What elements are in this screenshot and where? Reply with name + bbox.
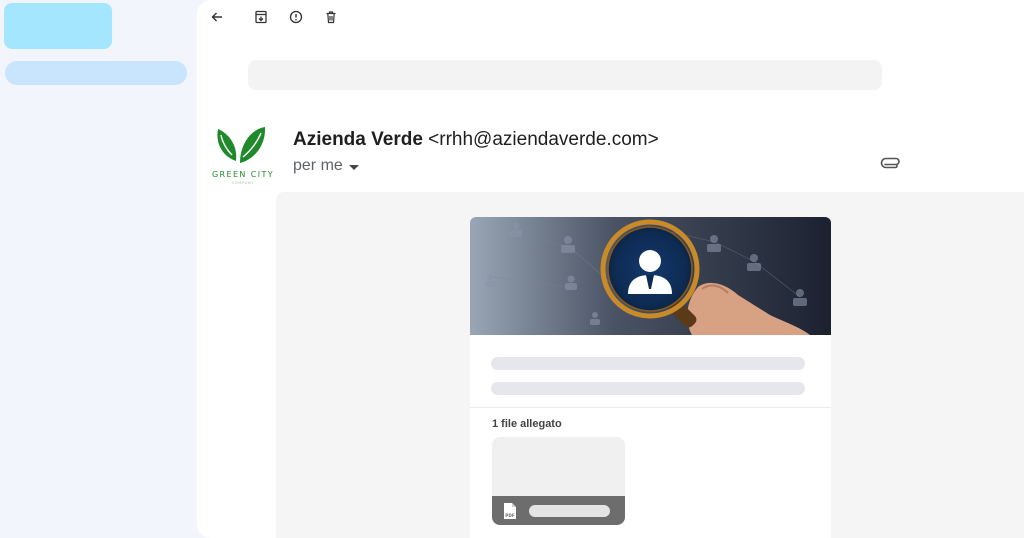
report-spam-icon bbox=[289, 10, 303, 24]
subject-placeholder bbox=[248, 60, 882, 90]
recipient-dropdown[interactable]: per me bbox=[293, 157, 359, 175]
attachment-count-label: 1 file allegato bbox=[492, 418, 562, 430]
report-spam-button[interactable] bbox=[288, 9, 304, 25]
attachment-name-placeholder bbox=[529, 505, 610, 517]
logo-subtext: COMPANY bbox=[232, 181, 255, 185]
sender-email: <rrhh@aziendaverde.com> bbox=[428, 129, 659, 150]
sender-name: Azienda Verde bbox=[293, 129, 423, 150]
pdf-label: PDF bbox=[505, 513, 515, 518]
paperclip-icon bbox=[880, 157, 900, 169]
card-divider bbox=[470, 407, 831, 408]
sender-avatar: GREEN CITY COMPANY bbox=[212, 121, 274, 187]
caret-down-icon bbox=[348, 164, 359, 170]
back-button[interactable] bbox=[209, 9, 225, 25]
attachment-footer: PDF bbox=[492, 496, 625, 525]
attachment-indicator[interactable] bbox=[880, 155, 902, 173]
delete-button[interactable] bbox=[323, 9, 339, 25]
message-body: 1 file allegato PDF bbox=[276, 192, 1024, 538]
text-placeholder-line-2 bbox=[491, 382, 805, 395]
message-panel: GREEN CITY COMPANY Azienda Verde <rrhh@a… bbox=[197, 0, 1024, 538]
archive-button[interactable] bbox=[253, 9, 269, 25]
logo-text: GREEN CITY bbox=[212, 170, 274, 179]
sender-line: Azienda Verde <rrhh@aziendaverde.com> bbox=[293, 129, 659, 151]
green-city-logo: GREEN CITY COMPANY bbox=[212, 127, 274, 185]
compose-button-placeholder[interactable] bbox=[4, 3, 112, 49]
recruitment-banner-image bbox=[470, 217, 831, 335]
pdf-file-icon: PDF bbox=[504, 503, 516, 519]
recipient-label: per me bbox=[293, 157, 343, 174]
archive-icon bbox=[255, 10, 267, 24]
sidebar-item-placeholder[interactable] bbox=[5, 61, 187, 85]
email-content-card: 1 file allegato PDF bbox=[470, 217, 831, 538]
trash-icon bbox=[326, 11, 336, 24]
arrow-left-icon bbox=[211, 12, 222, 22]
text-placeholder-line-1 bbox=[491, 357, 805, 370]
attachment-tile[interactable]: PDF bbox=[492, 437, 625, 525]
